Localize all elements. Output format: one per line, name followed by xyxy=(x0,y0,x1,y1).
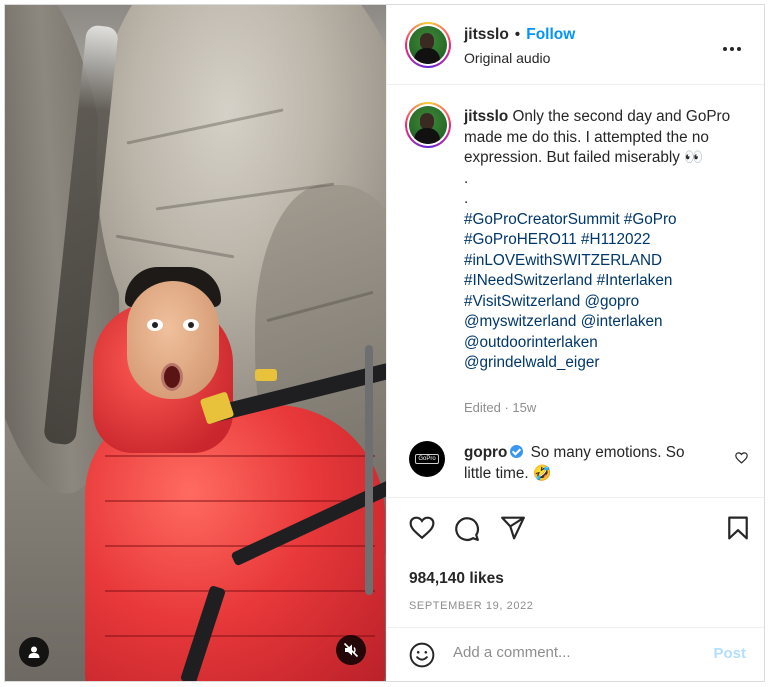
emoji-button[interactable] xyxy=(409,642,435,673)
verified-badge-icon xyxy=(510,445,524,458)
bookmark-icon xyxy=(728,516,748,540)
mention-link[interactable]: @myswitzerland xyxy=(464,313,576,330)
post-date: SEPTEMBER 19, 2022 xyxy=(409,600,534,612)
instagram-post: jitsslo • Follow Original audio jitsslo xyxy=(4,4,765,682)
caption-meta: Edited · 15w xyxy=(464,400,537,415)
post-header: jitsslo • Follow Original audio xyxy=(387,5,764,85)
comment-composer: Post xyxy=(387,627,764,681)
post-actions: 984,140 likes SEPTEMBER 19, 2022 xyxy=(387,497,764,627)
avatar-figure-body xyxy=(414,128,440,144)
mention-link[interactable]: @grindelwald_eiger xyxy=(464,354,599,371)
caption-author-avatar[interactable] xyxy=(405,102,451,148)
audio-link[interactable]: Original audio xyxy=(464,50,550,66)
hashtag-link[interactable]: #GoProCreatorSummit xyxy=(464,211,620,228)
avatar-border xyxy=(407,104,449,146)
user-icon xyxy=(28,646,40,658)
comment-like-button[interactable] xyxy=(735,451,748,469)
header-user-line: jitsslo • Follow xyxy=(464,26,575,44)
comment-icon xyxy=(455,517,479,541)
avatar-border xyxy=(407,24,449,66)
author-username[interactable]: jitsslo xyxy=(464,26,509,43)
like-button[interactable] xyxy=(409,516,435,545)
jacket-quilt-line xyxy=(105,635,375,637)
gopro-logo: GoPro xyxy=(415,454,439,464)
user-tag-button[interactable] xyxy=(19,637,49,667)
jacket-quilt-line xyxy=(105,590,375,592)
separator: • xyxy=(514,26,521,43)
jacket-quilt-line xyxy=(105,455,375,457)
hashtag-link[interactable]: #GoPro xyxy=(624,211,677,228)
jacket-quilt-line xyxy=(105,545,375,547)
caption-username[interactable]: jitsslo xyxy=(464,108,508,125)
heart-icon xyxy=(735,452,748,464)
follow-button[interactable]: Follow xyxy=(526,26,575,43)
mouth xyxy=(161,363,183,391)
caption-dot: . xyxy=(464,169,469,187)
smiley-icon xyxy=(409,642,435,668)
jacket-quilt-line xyxy=(105,500,375,502)
eye xyxy=(147,319,163,331)
hashtag-link[interactable]: #VisitSwitzerland xyxy=(464,293,580,310)
caption-dot: . xyxy=(464,190,469,207)
commenter-username[interactable]: gopro xyxy=(464,444,507,461)
post-comment-button[interactable]: Post xyxy=(713,645,746,662)
more-options-button[interactable] xyxy=(722,35,742,58)
person-in-red-jacket xyxy=(75,255,386,681)
more-horizontal-icon xyxy=(723,47,741,51)
post-video[interactable] xyxy=(5,5,386,681)
hashtag-link[interactable]: #inLOVEwithSWITZERLAND xyxy=(464,252,662,269)
mention-link[interactable]: @interlaken xyxy=(581,313,663,330)
eye xyxy=(183,319,199,331)
harness-buckle xyxy=(255,369,277,381)
avatar-photo xyxy=(409,106,447,144)
avatar-figure-body xyxy=(414,48,440,64)
mention-link[interactable]: @gopro xyxy=(584,293,639,310)
hashtag-link[interactable]: #GoProHERO11 xyxy=(464,231,577,248)
caption-text-block: jitsslo Only the second day and GoPro ma… xyxy=(464,107,749,374)
mute-button[interactable] xyxy=(336,635,366,665)
comment-input[interactable] xyxy=(453,644,683,661)
likes-count[interactable]: 984,140 likes xyxy=(409,570,504,588)
speaker-muted-icon xyxy=(343,642,359,658)
selfie-pole xyxy=(365,345,373,595)
commenter-avatar[interactable]: GoPro xyxy=(409,441,445,477)
hashtag-link[interactable]: #H112022 xyxy=(581,231,650,248)
author-avatar[interactable] xyxy=(405,22,451,68)
hashtag-link[interactable]: #Interlaken xyxy=(597,272,673,289)
hashtag-link[interactable]: #INeedSwitzerland xyxy=(464,272,592,289)
mention-link[interactable]: @outdoorinterlaken xyxy=(464,334,598,351)
heart-icon xyxy=(409,516,435,540)
comment-text-block: gopro So many emotions. So little time. … xyxy=(464,443,714,484)
avatar-photo xyxy=(409,26,447,64)
send-icon xyxy=(501,516,525,540)
share-button[interactable] xyxy=(500,516,526,545)
comment-button[interactable] xyxy=(454,516,480,547)
save-button[interactable] xyxy=(727,516,749,545)
post-details-panel: jitsslo • Follow Original audio jitsslo xyxy=(386,5,764,681)
